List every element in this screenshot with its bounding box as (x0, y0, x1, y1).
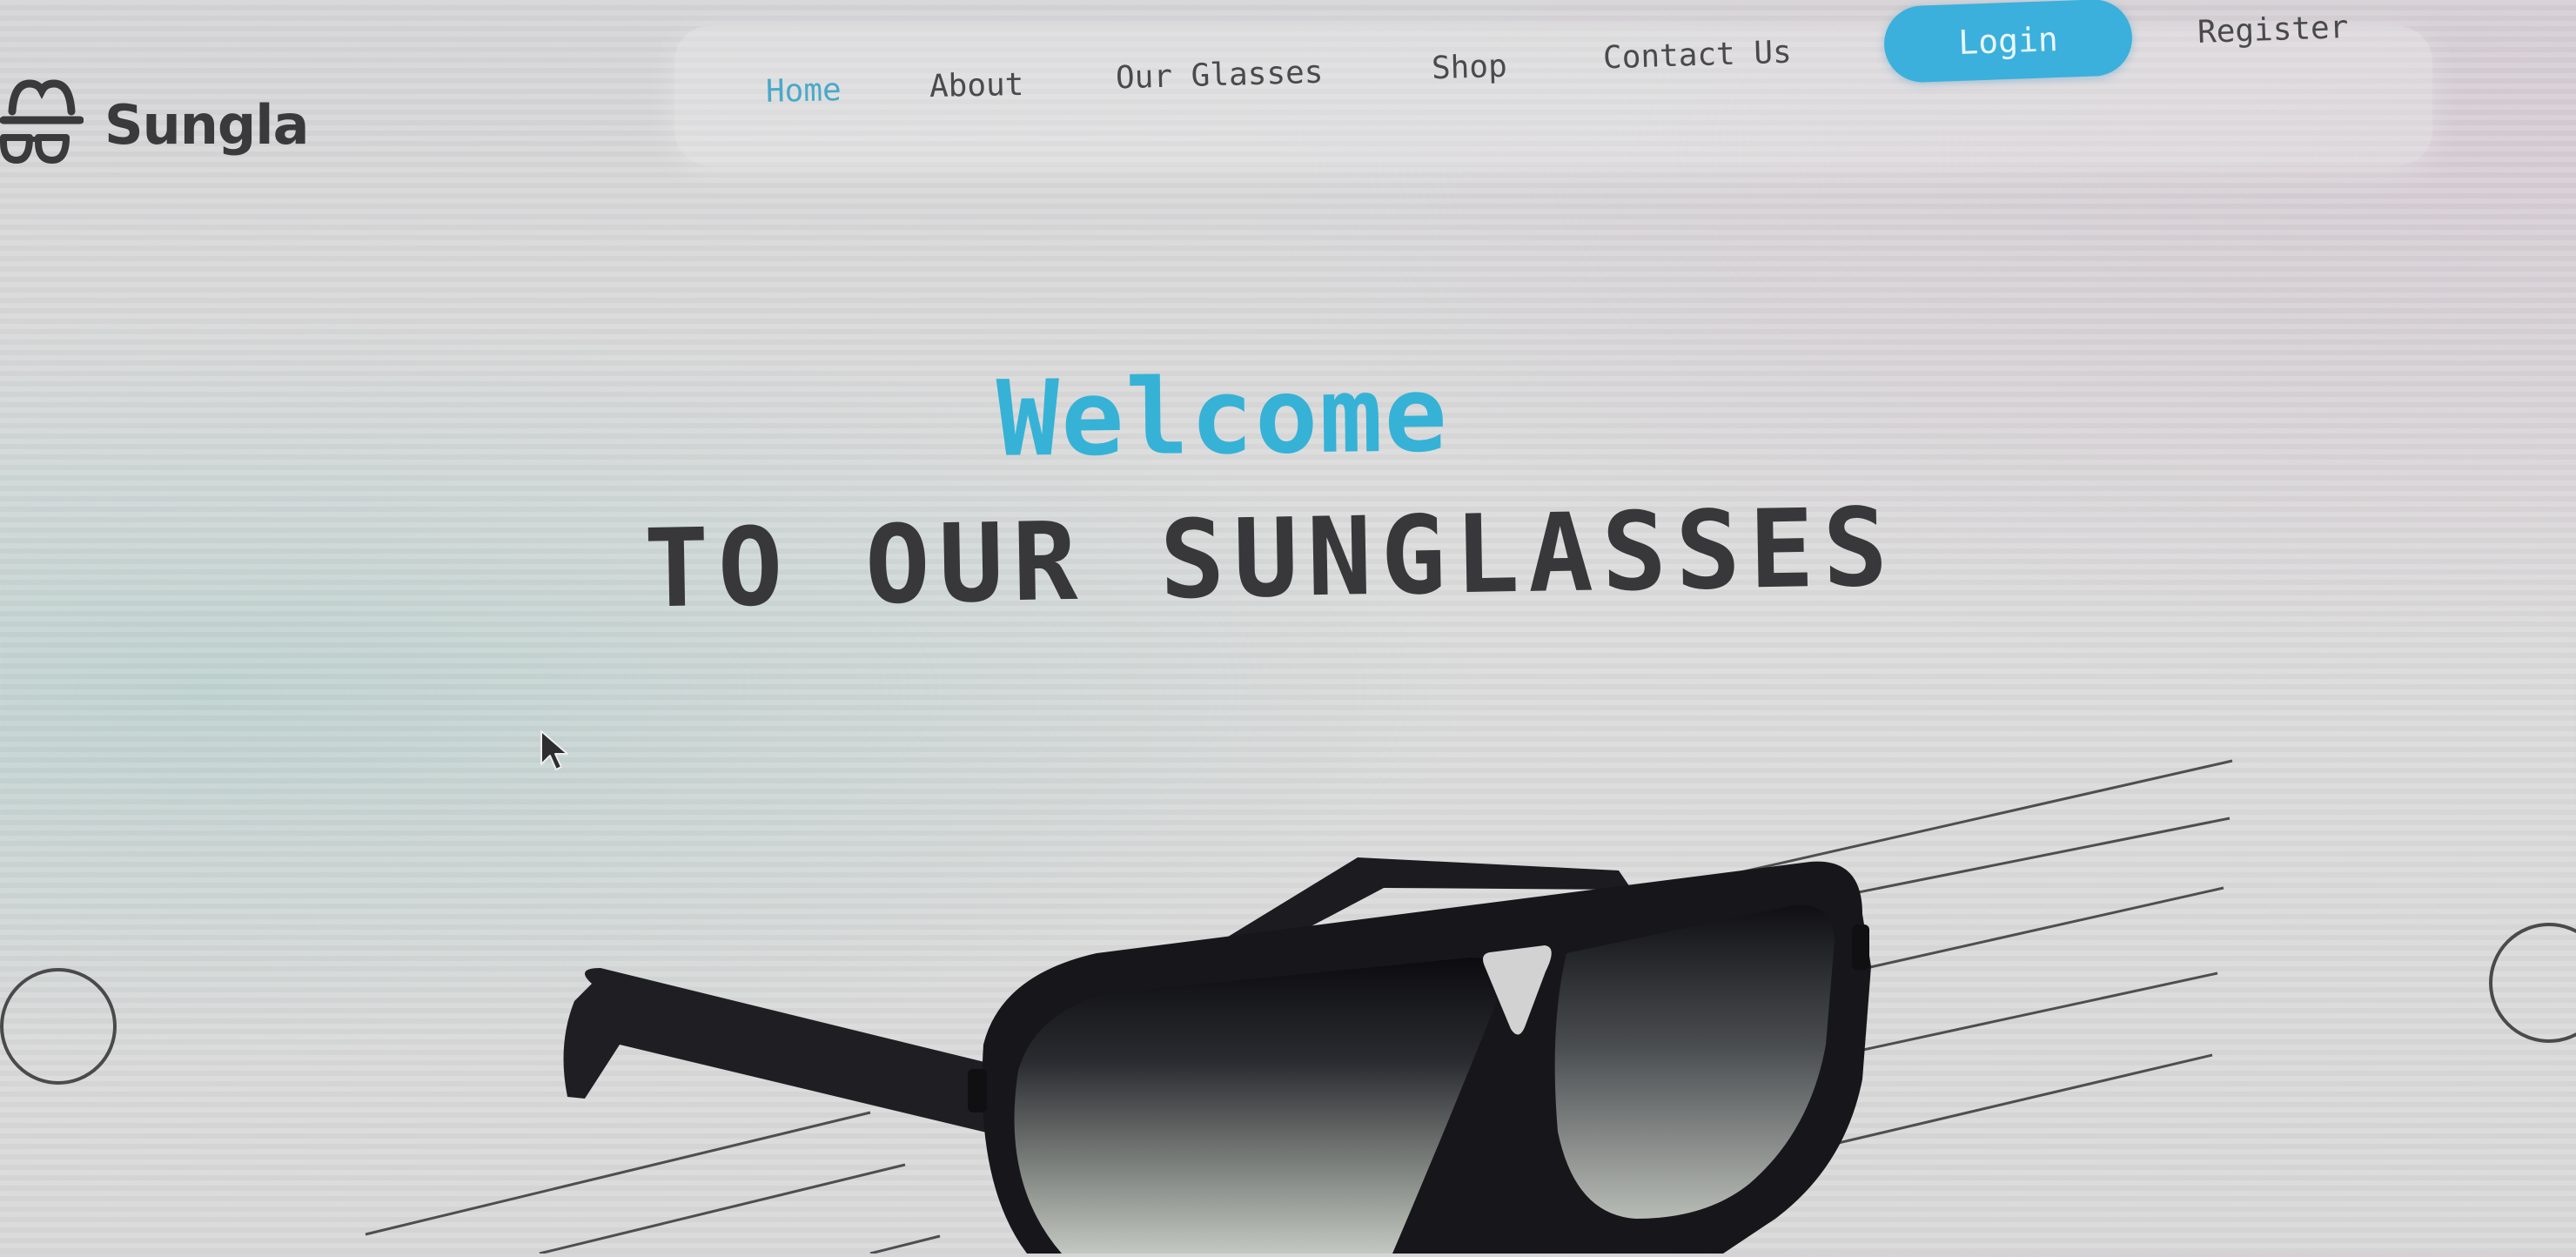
sunglasses-product-image (0, 0, 2576, 1257)
